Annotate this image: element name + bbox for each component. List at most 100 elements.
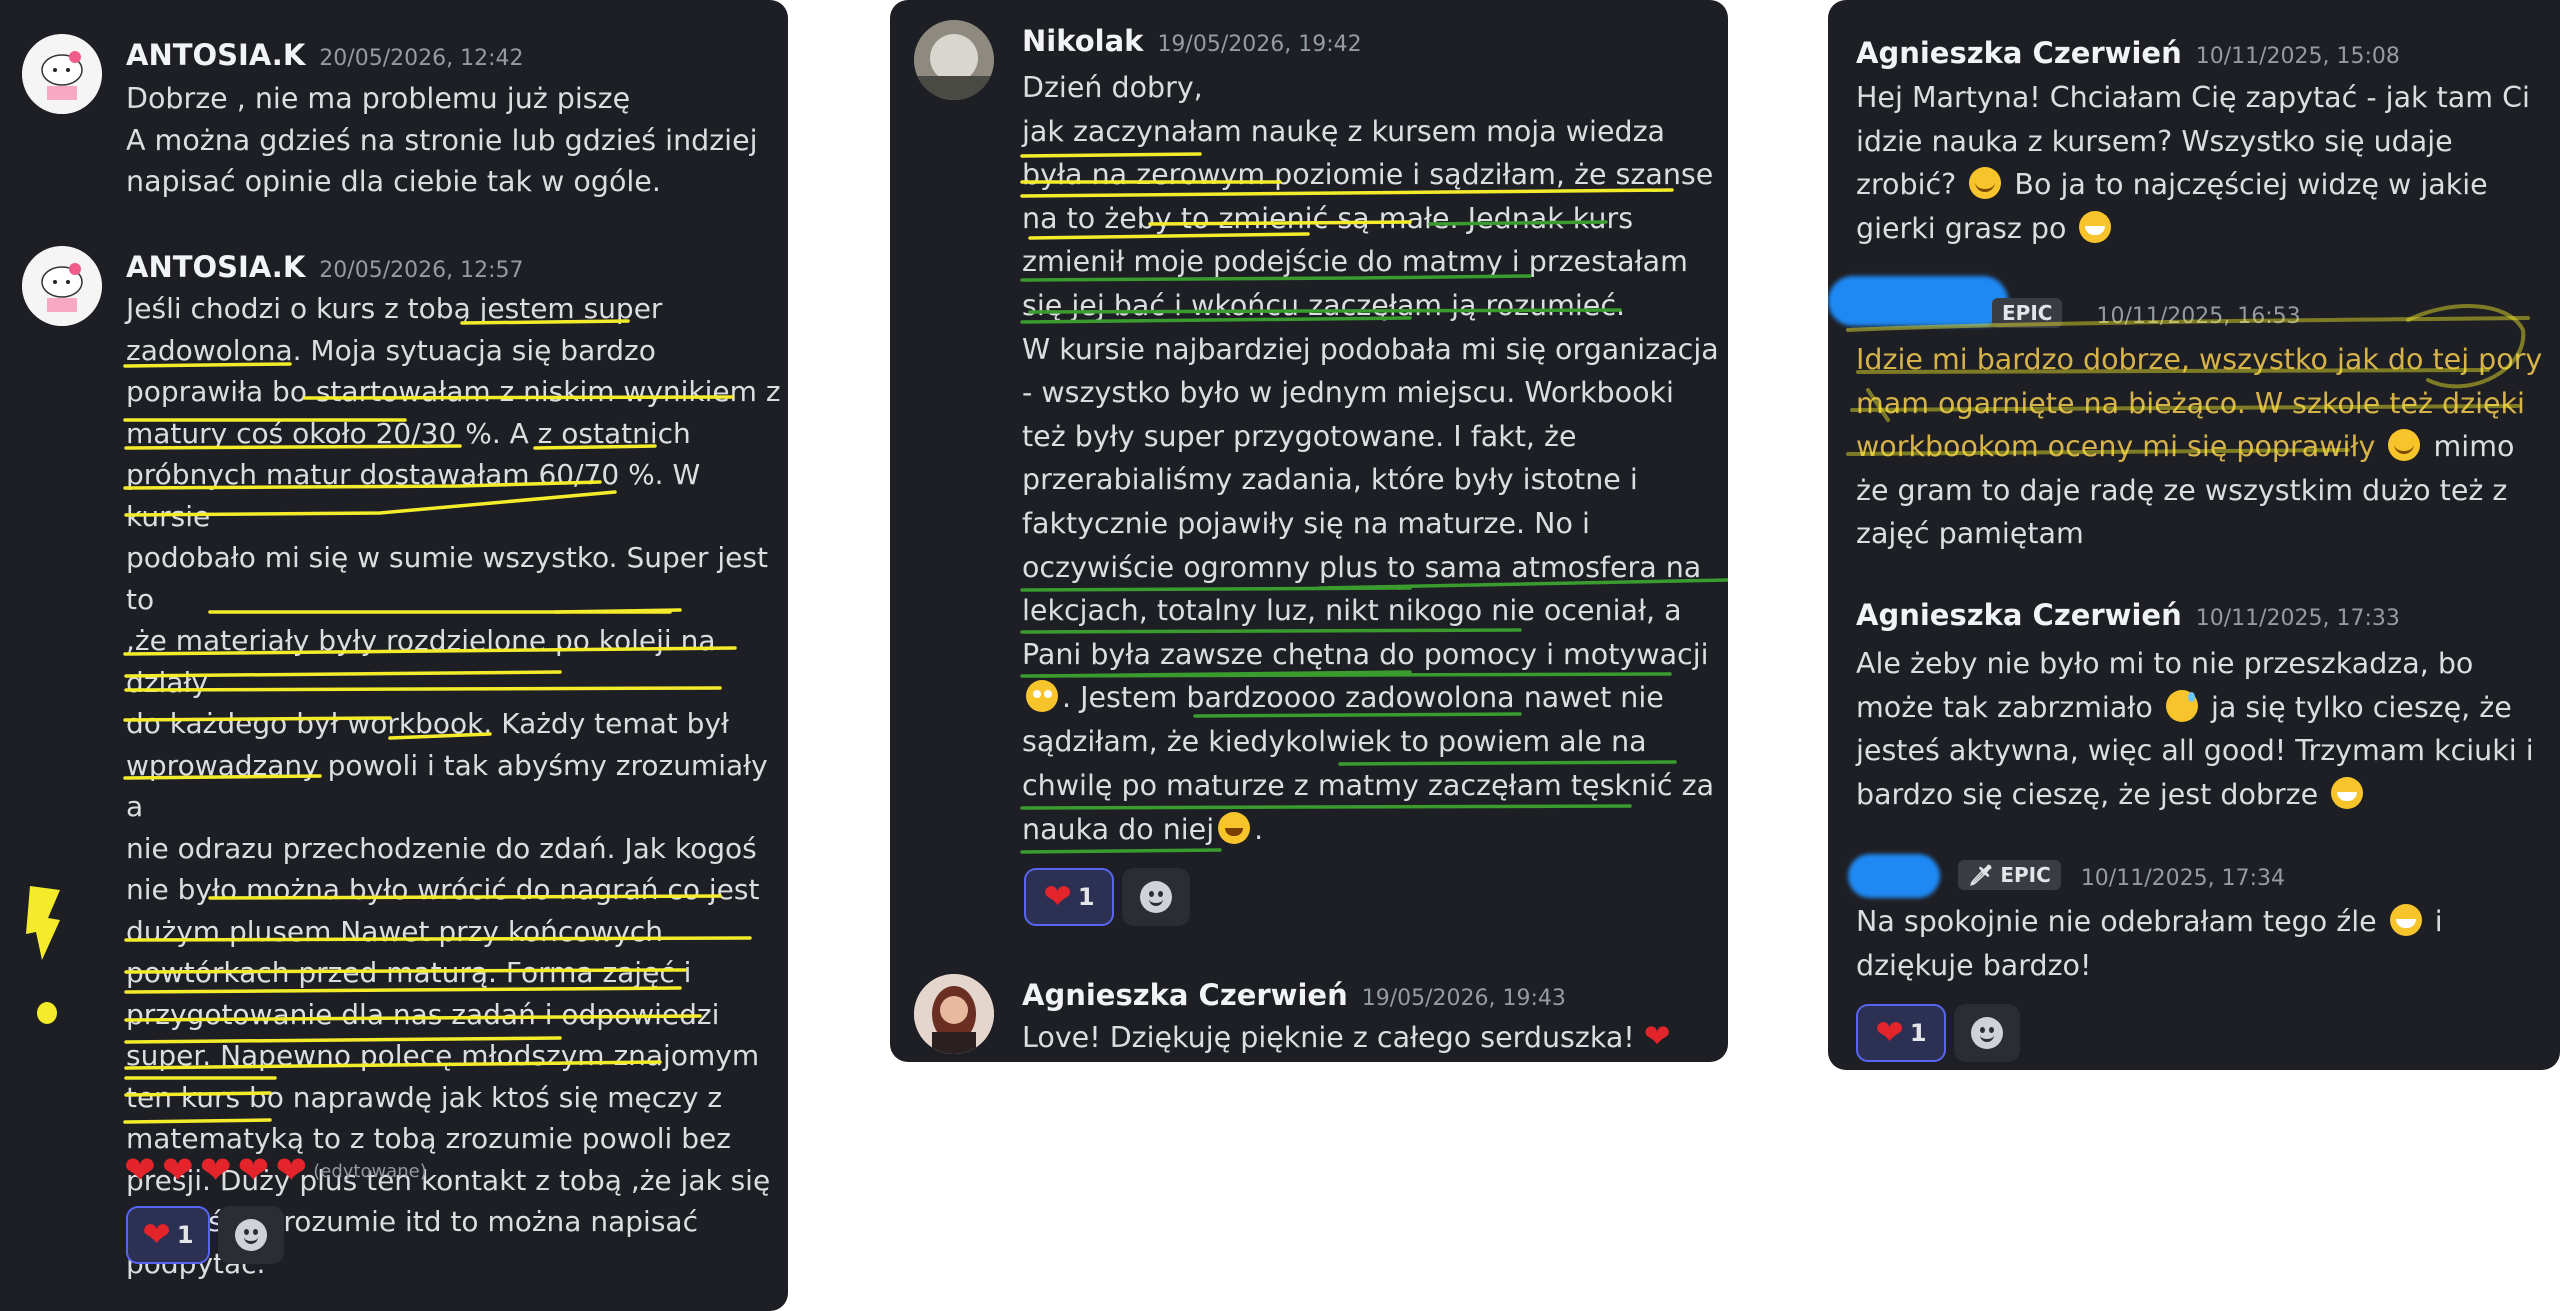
message-text: Hej Martyna! Chciałam Cię zapytać - jak … xyxy=(1856,76,2530,250)
message-line: workbookom oceny mi się poprawiły mimo xyxy=(1856,425,2542,469)
epic-tag[interactable]: EPIC xyxy=(1992,298,2063,328)
smiling-face-icon xyxy=(2388,429,2421,461)
timestamp: 10/11/2025, 16:53 xyxy=(2096,304,2301,329)
message-text: Jeśli chodzi o kurs z tobą jestem super … xyxy=(126,292,781,1280)
message-line: jesteś aktywna, więc all good! Trzymam k… xyxy=(1856,734,2534,767)
timestamp: 20/05/2026, 12:42 xyxy=(319,46,524,71)
message-text: . Jestem bardzoooo zadowolona nawet nie xyxy=(1062,681,1664,714)
message-text: Ale żeby nie było mi to nie przeszkadza,… xyxy=(1856,642,2534,816)
timestamp: 10/11/2025, 15:08 xyxy=(2195,44,2400,69)
timestamp: 19/05/2026, 19:43 xyxy=(1361,986,1566,1011)
timestamp: 10/11/2025, 17:34 xyxy=(2080,866,2285,891)
message-line: Ale żeby nie było mi to nie przeszkadza,… xyxy=(1856,647,2474,680)
chat-panel-nikolak: Nikolak 19/05/2026, 19:42 Dzień dobry, ja… xyxy=(890,0,1728,1062)
message-header: ANTOSIA.K 20/05/2026, 12:57 xyxy=(126,250,523,284)
timestamp: 10/11/2025, 17:33 xyxy=(2195,606,2400,631)
timestamp: 20/05/2026, 12:57 xyxy=(319,258,524,283)
grinning-face-icon xyxy=(2389,904,2422,936)
message-text: . xyxy=(1254,813,1264,846)
message-header: Agnieszka Czerwień 10/11/2025, 17:33 xyxy=(1856,598,2400,632)
message-line: Hej Martyna! Chciałam Cię zapytać - jak … xyxy=(1856,81,2530,114)
smile-icon xyxy=(1971,1017,2003,1049)
rofl-icon xyxy=(1218,812,1251,844)
author-name[interactable]: Nikolak xyxy=(1022,24,1143,58)
hearts-line: ❤ ❤ ❤ ❤ ❤ (edytowane) xyxy=(124,1148,427,1192)
message-header: Agnieszka Czerwień 10/11/2025, 15:08 xyxy=(1856,36,2400,70)
avatar-nikolak[interactable] xyxy=(914,20,994,100)
message-line: dziękuje bardzo! xyxy=(1856,948,2092,982)
sweat-smile-icon xyxy=(2165,689,2198,722)
redacted-name xyxy=(1848,854,1940,898)
message-text-line: . Jestem bardzoooo zadowolona nawet nie xyxy=(1022,676,1664,720)
message-text: Dobrze , nie ma problemu już piszę A moż… xyxy=(126,82,758,198)
avatar-antosia[interactable] xyxy=(22,34,102,114)
smile-icon xyxy=(235,1219,267,1251)
smiling-face-icon xyxy=(1969,167,2002,199)
message-fragment: zrobić? xyxy=(1856,168,1957,201)
author-name[interactable]: ANTOSIA.K xyxy=(126,250,305,284)
heart-reaction[interactable]: ❤ 1 xyxy=(126,1206,210,1264)
message-fragment: bardzo się cieszę, że jest dobrze xyxy=(1856,777,2319,811)
heart-reaction[interactable]: ❤ 1 xyxy=(1024,868,1114,926)
heart-icon: ❤ xyxy=(275,1148,308,1192)
message-text: sądziłam, że kiedykolwiek to powiem ale … xyxy=(1022,725,1715,802)
message-header: Nikolak 19/05/2026, 19:42 xyxy=(1022,24,1362,58)
message-header: ANTOSIA.K 20/05/2026, 12:42 xyxy=(126,38,523,72)
chat-panel-antosia: ANTOSIA.K 20/05/2026, 12:42 Dobrze , nie … xyxy=(0,0,788,1311)
message-text: nauka do niej xyxy=(1022,813,1215,846)
chat-panel-agnieszka: Agnieszka Czerwień 10/11/2025, 15:08 Hej … xyxy=(1828,0,2560,1070)
heart-icon: ❤ xyxy=(124,1148,156,1192)
message-text-line: nauka do niej. xyxy=(1022,808,1263,852)
heart-icon: ❤ xyxy=(237,1148,270,1192)
timestamp: 19/05/2026, 19:42 xyxy=(1157,32,1362,57)
reaction-count: 1 xyxy=(1077,883,1095,911)
heart-icon: ❤ xyxy=(161,1148,194,1192)
add-reaction-button[interactable] xyxy=(218,1206,284,1264)
pleading-face-icon xyxy=(1026,680,1058,712)
avatar-agnieszka[interactable] xyxy=(914,974,994,1054)
message-fragment: może tak zabrzmiało xyxy=(1856,690,2153,724)
heart-icon: ❤ xyxy=(1043,877,1072,917)
message-fragment: Na spokojnie nie odebrałam tego źle xyxy=(1856,905,2377,938)
message-line: gierki grasz po xyxy=(1856,207,2530,251)
message-text-line: Love! Dziękuję pięknie z całego serduszk… xyxy=(1022,1016,1671,1059)
message-fragment: ja się tylko cieszę, że xyxy=(2201,690,2512,724)
tag-label: EPIC xyxy=(2000,863,2051,887)
add-reaction-button[interactable] xyxy=(1954,1004,2020,1062)
message-fragment: gierki grasz po xyxy=(1856,211,2067,245)
message-header: Agnieszka Czerwień 19/05/2026, 19:43 xyxy=(1022,978,1566,1012)
author-name[interactable]: Agnieszka Czerwień xyxy=(1856,36,2182,70)
message-line: zrobić? Bo ja to najczęściej widzę w jak… xyxy=(1856,163,2530,207)
message-text: Love! Dziękuję pięknie z całego serduszk… xyxy=(1022,1021,1635,1054)
message-header: 🗡 EPIC 10/11/2025, 17:34 xyxy=(1952,860,2285,891)
message-fragment: workbookom oceny mi się poprawiły xyxy=(1856,430,2376,463)
message-fragment: Bo ja to najczęściej widzę w jakie xyxy=(2005,168,2488,201)
reaction-count: 1 xyxy=(1909,1019,1927,1047)
message-line: mam ogarnięte na bieżąco. W szkole też d… xyxy=(1856,386,2525,420)
heart-icon: ❤ xyxy=(142,1215,171,1255)
message-line: że gram to daje radę ze wszystkim dużo t… xyxy=(1856,473,2508,551)
message-line: bardzo się cieszę, że jest dobrze xyxy=(1856,773,2534,817)
epic-tag[interactable]: 🗡 EPIC xyxy=(1958,860,2061,890)
add-reaction-button[interactable] xyxy=(1122,868,1190,926)
message-line: idzie nauka z kursem? Wszystko się udaje xyxy=(1856,124,2453,158)
author-name[interactable]: ANTOSIA.K xyxy=(126,38,305,72)
message-line: może tak zabrzmiało ja się tylko cieszę,… xyxy=(1856,686,2534,730)
message-line: Na spokojnie nie odebrałam tego źle i xyxy=(1856,900,2443,944)
author-name[interactable]: Agnieszka Czerwień xyxy=(1022,978,1348,1012)
redacted-name xyxy=(1828,276,2008,326)
message-fragment: i xyxy=(2425,905,2443,938)
message-text: Na spokojnie nie odebrałam tego źle i dz… xyxy=(1856,900,2443,987)
message-fragment: mimo xyxy=(2424,430,2515,463)
avatar-antosia[interactable] xyxy=(22,246,102,326)
message-header: EPIC 10/11/2025, 16:53 xyxy=(1986,298,2301,329)
heart-icon: ❤ xyxy=(1875,1013,1904,1053)
heart-reaction[interactable]: ❤ 1 xyxy=(1856,1004,1946,1062)
edited-label: (edytowane) xyxy=(313,1161,427,1182)
message-line: Idzie mi bardzo dobrze, wszystko jak do … xyxy=(1856,343,2543,376)
grinning-face-icon xyxy=(2331,776,2364,809)
author-name[interactable]: Agnieszka Czerwień xyxy=(1856,598,2182,632)
message-text: Idzie mi bardzo dobrze, wszystko jak do … xyxy=(1856,338,2542,556)
heart-icon: ❤ xyxy=(199,1148,232,1192)
reaction-count: 1 xyxy=(176,1221,194,1249)
